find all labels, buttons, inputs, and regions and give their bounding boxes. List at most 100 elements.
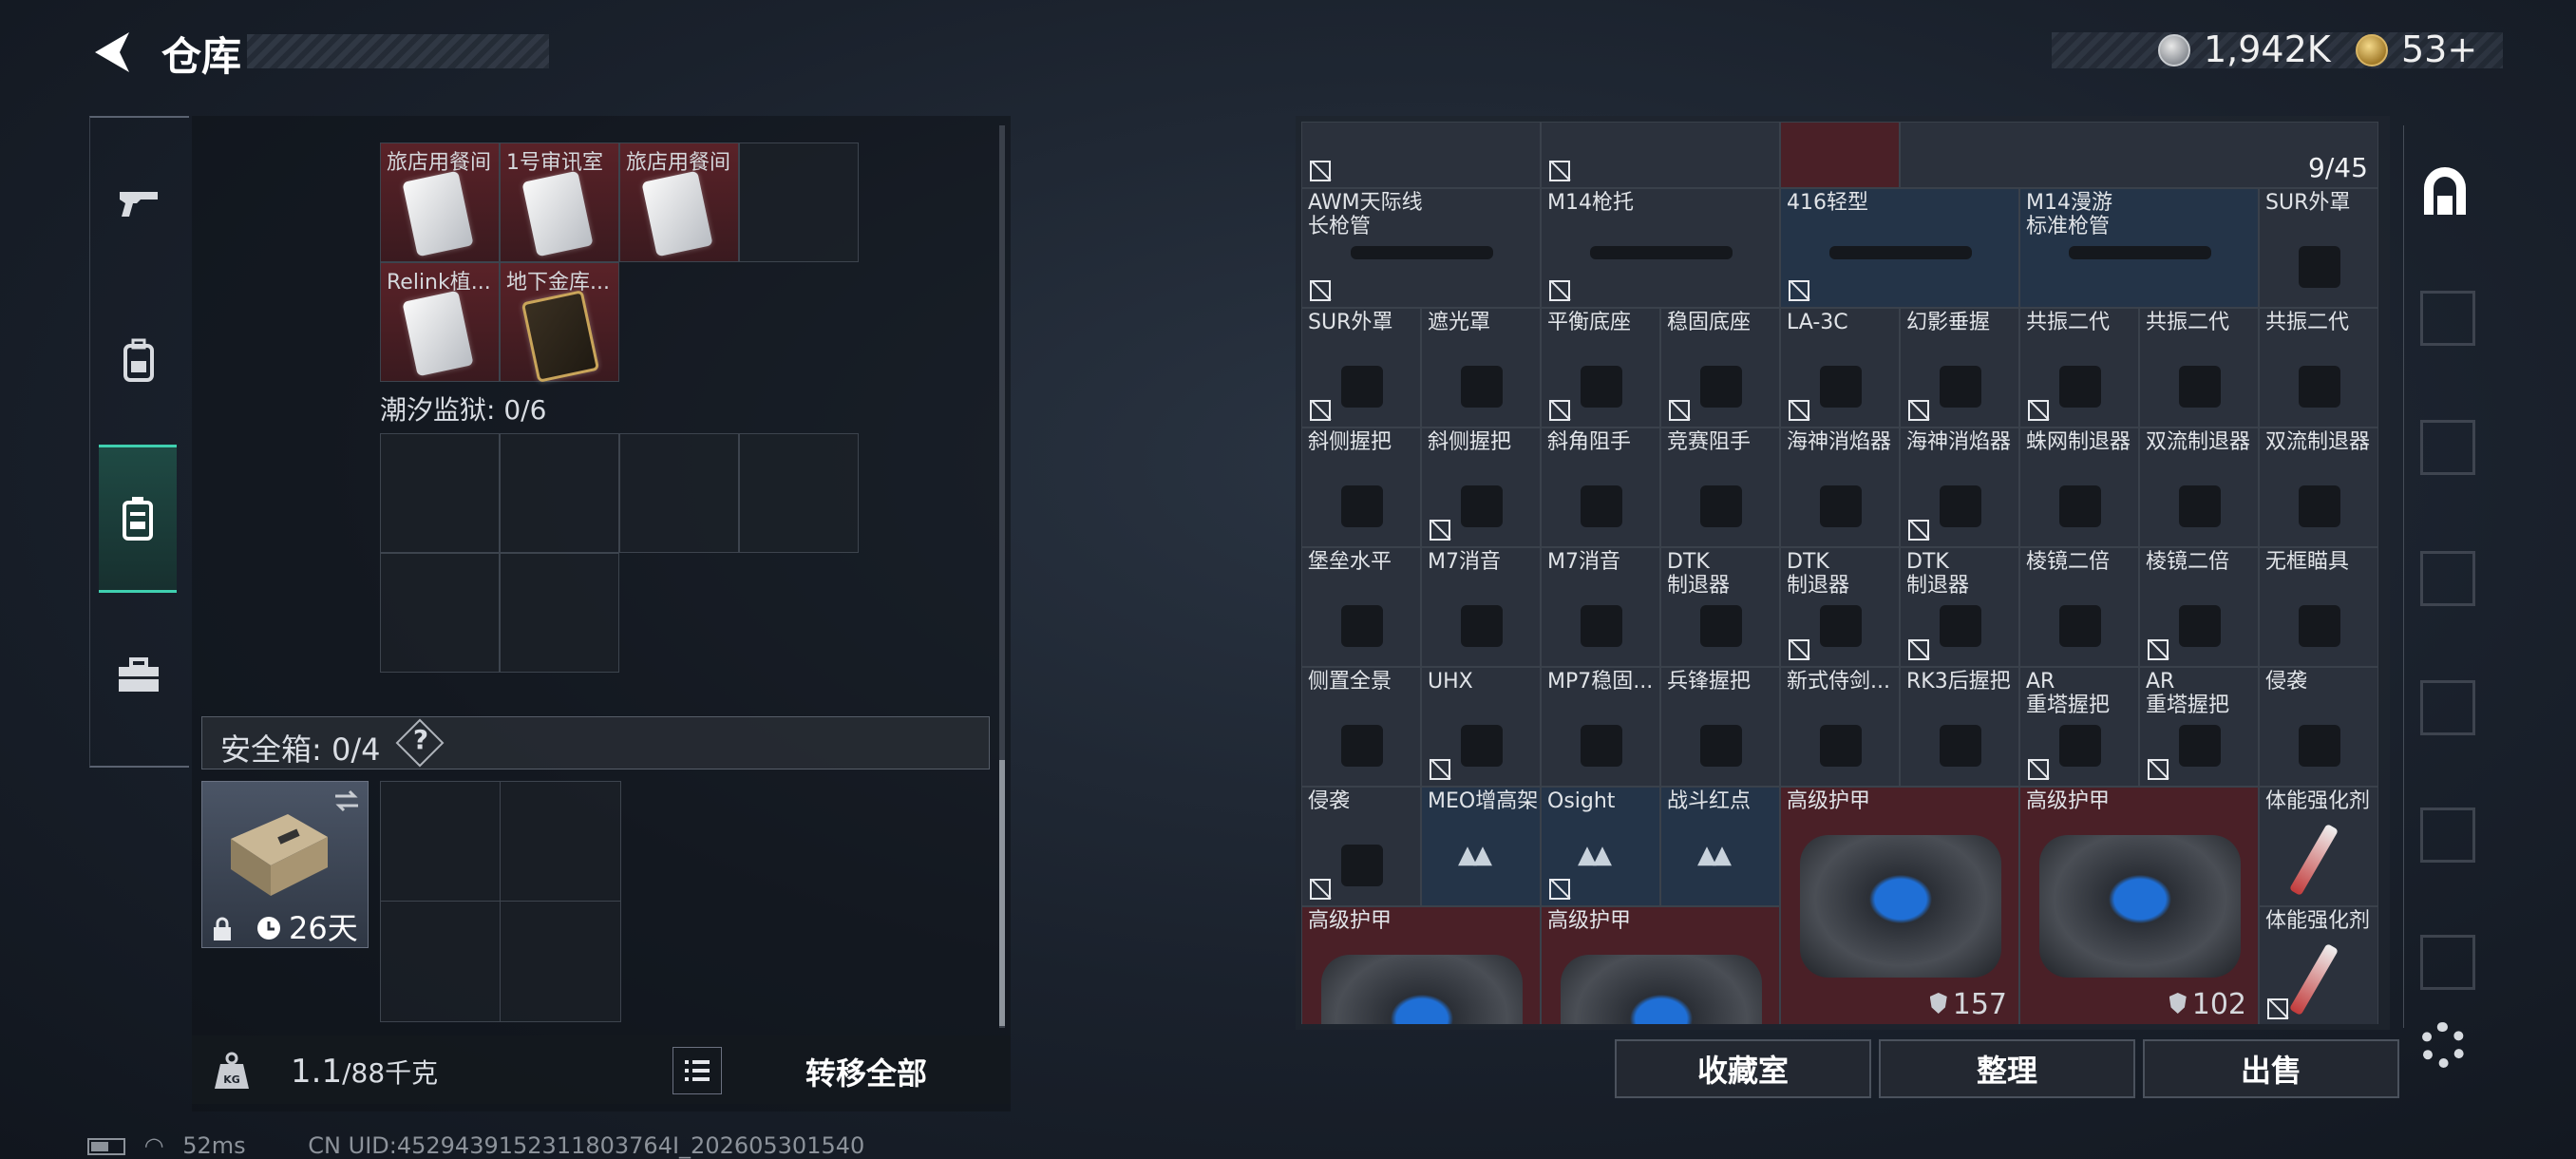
- empty-slot[interactable]: [619, 433, 739, 553]
- armor-item[interactable]: 高级护甲: [1301, 906, 1541, 1024]
- inventory-item[interactable]: [1301, 122, 1541, 188]
- sort-button[interactable]: 整理: [1879, 1039, 2135, 1098]
- armor-item[interactable]: 高级护甲 157: [1780, 787, 2019, 1024]
- syringe-icon: [2288, 823, 2339, 897]
- inventory-item[interactable]: Osight ▲▲: [1541, 787, 1660, 906]
- inventory-item[interactable]: 侧置全景: [1301, 667, 1421, 787]
- empty-slot[interactable]: [500, 553, 619, 673]
- inventory-item[interactable]: [1780, 122, 1900, 188]
- nav-toolbox[interactable]: [99, 636, 179, 712]
- inventory-item[interactable]: RK3后握把: [1900, 667, 2019, 787]
- inventory-item[interactable]: 平衡底座: [1541, 308, 1660, 428]
- vault-icon[interactable]: [2416, 163, 2473, 220]
- potion-item[interactable]: 体能强化剂: [2259, 787, 2378, 906]
- inventory-item[interactable]: 兵锋握把: [1660, 667, 1780, 787]
- item-label: 斜侧握把: [1428, 430, 1512, 454]
- keycard-slot[interactable]: Relink植...: [380, 262, 500, 382]
- empty-slot[interactable]: [739, 433, 859, 553]
- tier4-folder-icon[interactable]: [2420, 551, 2475, 606]
- nav-weapons[interactable]: [99, 165, 179, 241]
- sell-button[interactable]: 出售: [2143, 1039, 2399, 1098]
- inventory-item[interactable]: AR 重塔握把: [2139, 667, 2259, 787]
- nav-backpack[interactable]: [99, 323, 179, 399]
- rarity-triangle-icon: ▲▲: [1578, 841, 1612, 869]
- list-view-button[interactable]: [672, 1047, 722, 1094]
- empty-slot[interactable]: [380, 433, 500, 553]
- item-label: M7消音: [1547, 550, 1620, 574]
- item-label: 无框瞄具: [2265, 550, 2350, 574]
- tier4-add-icon[interactable]: [2420, 808, 2475, 863]
- keycard-slot[interactable]: 1号审讯室: [500, 142, 619, 262]
- empty-slot[interactable]: [500, 433, 619, 553]
- inventory-item[interactable]: 蛛网制退器: [2019, 428, 2139, 547]
- inventory-item[interactable]: 海神消焰器: [1900, 428, 2019, 547]
- inventory-item[interactable]: AR 重塔握把: [2019, 667, 2139, 787]
- back-arrow-icon[interactable]: [87, 28, 133, 76]
- no-icon: [1430, 759, 1450, 780]
- armor-item[interactable]: 高级护甲: [1541, 906, 1780, 1024]
- inventory-item[interactable]: LA-3C: [1780, 308, 1900, 428]
- inventory-item[interactable]: DTK 制退器: [1780, 547, 1900, 667]
- inventory-item[interactable]: 海神消焰器: [1780, 428, 1900, 547]
- inventory-item[interactable]: [1541, 122, 1780, 188]
- item-label: 体能强化剂: [2265, 789, 2371, 813]
- empty-slot[interactable]: [380, 553, 500, 673]
- inventory-item[interactable]: 共振二代: [2139, 308, 2259, 428]
- inventory-item[interactable]: 斜侧握把: [1301, 428, 1421, 547]
- tier4-medical-icon[interactable]: [2420, 680, 2475, 735]
- inventory-item[interactable]: M14漫游 标准枪管: [2019, 188, 2259, 308]
- inventory-item[interactable]: 战斗红点 ▲▲: [1660, 787, 1780, 906]
- inventory-item[interactable]: 共振二代: [2259, 308, 2378, 428]
- tier4-filter-icon[interactable]: [2420, 420, 2475, 475]
- inventory-item[interactable]: SUR外罩: [2259, 188, 2378, 308]
- inventory-item[interactable]: 堡垒水平: [1301, 547, 1421, 667]
- inventory-item[interactable]: 棱镜二倍: [2139, 547, 2259, 667]
- nav-storage[interactable]: [99, 445, 177, 593]
- inventory-item[interactable]: DTK 制退器: [1900, 547, 2019, 667]
- potion-item[interactable]: 体能强化剂: [2259, 906, 2378, 1024]
- transfer-all-button[interactable]: 转移全部: [741, 1043, 992, 1100]
- keycard-slot[interactable]: 旅店用餐间: [380, 142, 500, 262]
- armor-item[interactable]: 高级护甲 102: [2019, 787, 2259, 1024]
- attachment-icon: [2299, 485, 2340, 527]
- inventory-item[interactable]: MP7稳固...: [1541, 667, 1660, 787]
- inventory-item[interactable]: 416轻型: [1780, 188, 2019, 308]
- inventory-item[interactable]: M7消音: [1541, 547, 1660, 667]
- no-icon: [1789, 400, 1809, 421]
- inventory-item[interactable]: DTK 制退器: [1660, 547, 1780, 667]
- inventory-item[interactable]: 斜角阻手: [1541, 428, 1660, 547]
- inventory-item[interactable]: AWM天际线 长枪管: [1301, 188, 1541, 308]
- inventory-item[interactable]: [1900, 122, 2378, 188]
- inventory-item[interactable]: 双流制退器: [2139, 428, 2259, 547]
- inventory-item[interactable]: MEO增高架 ▲▲: [1421, 787, 1541, 906]
- inventory-item[interactable]: 棱镜二倍: [2019, 547, 2139, 667]
- storage-scroll-thumb[interactable]: [999, 760, 1005, 1026]
- inventory-item[interactable]: UHX: [1421, 667, 1541, 787]
- attachment-icon: [1341, 845, 1383, 886]
- inventory-item[interactable]: 共振二代: [2019, 308, 2139, 428]
- settings-gear-icon[interactable]: [2420, 1022, 2466, 1068]
- safe-box-grid[interactable]: [380, 781, 621, 1022]
- inventory-item[interactable]: 新式侍剑...: [1780, 667, 1900, 787]
- swap-icon[interactable]: [333, 789, 360, 812]
- inventory-item[interactable]: M7消音: [1421, 547, 1541, 667]
- keycard-slot[interactable]: 旅店用餐间: [619, 142, 739, 262]
- inventory-item[interactable]: 斜侧握把: [1421, 428, 1541, 547]
- gold-amount[interactable]: 53+: [2401, 28, 2477, 70]
- inventory-item[interactable]: M14枪托: [1541, 188, 1780, 308]
- inventory-item[interactable]: 稳固底座: [1660, 308, 1780, 428]
- inventory-item[interactable]: 无框瞄具: [2259, 547, 2378, 667]
- tier4-misc-icon[interactable]: [2420, 935, 2475, 990]
- tier3-filter-icon[interactable]: [2420, 291, 2475, 346]
- attachment-icon: [1581, 725, 1622, 767]
- inventory-item[interactable]: 侵袭: [1301, 787, 1421, 906]
- inventory-item[interactable]: 幻影垂握: [1900, 308, 2019, 428]
- inventory-item[interactable]: 竞赛阻手: [1660, 428, 1780, 547]
- collection-room-button[interactable]: 收藏室: [1615, 1039, 1871, 1098]
- empty-slot[interactable]: [739, 142, 859, 262]
- inventory-item[interactable]: SUR外罩: [1301, 308, 1421, 428]
- inventory-item[interactable]: 遮光罩: [1421, 308, 1541, 428]
- keycard-slot[interactable]: 地下金库...: [500, 262, 619, 383]
- inventory-item[interactable]: 双流制退器: [2259, 428, 2378, 547]
- inventory-item[interactable]: 侵袭: [2259, 667, 2378, 787]
